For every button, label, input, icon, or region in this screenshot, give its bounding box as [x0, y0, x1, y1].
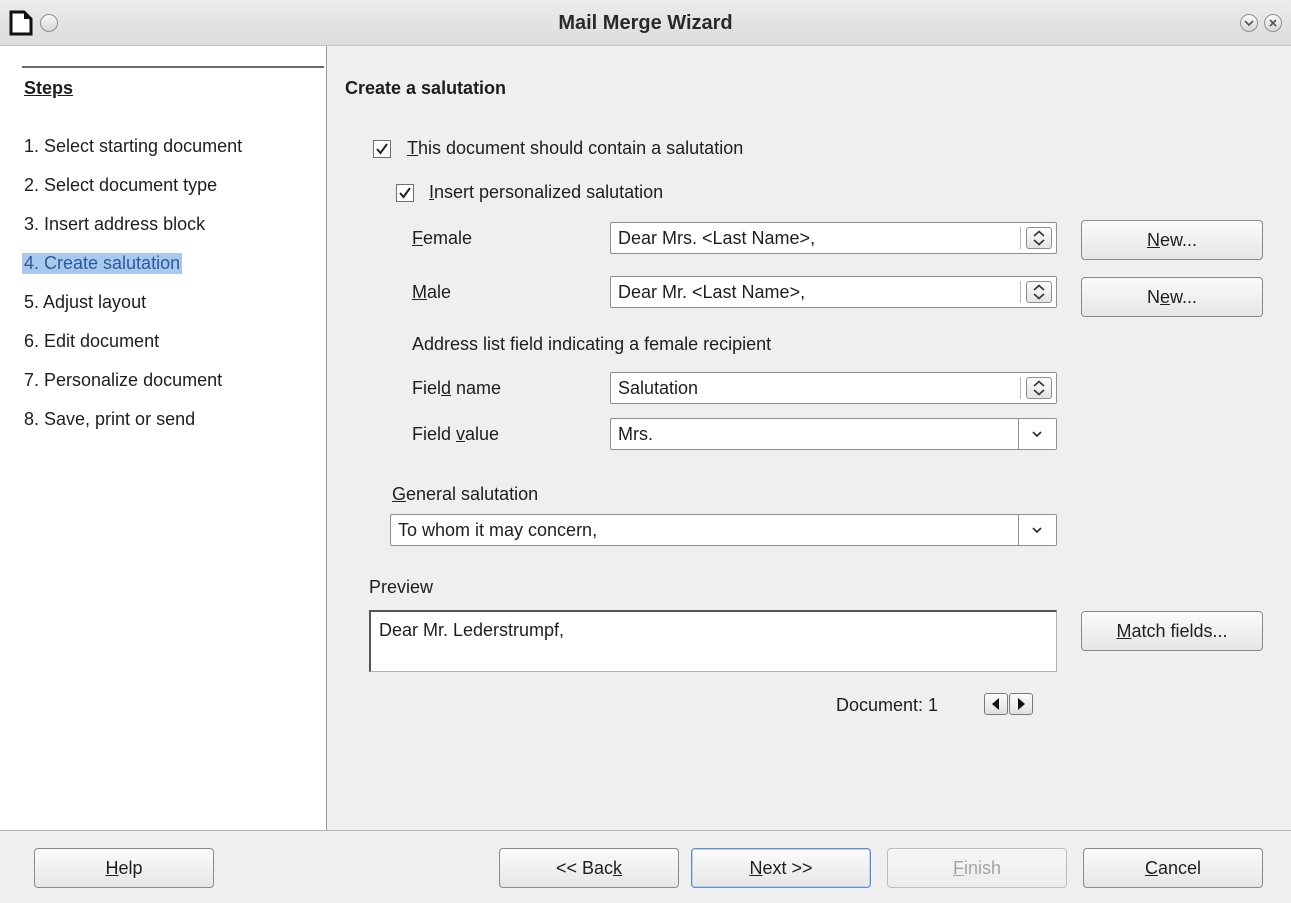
contain-salutation-label[interactable]: This document should contain a salutatio…	[407, 138, 743, 159]
personalized-salutation-label[interactable]: Insert personalized salutation	[429, 182, 663, 203]
help-button[interactable]: Help	[34, 848, 214, 888]
triangle-left-icon	[992, 698, 999, 710]
checkmark-icon	[376, 143, 388, 155]
combo-separator	[1020, 281, 1021, 303]
step-insert-address-block[interactable]: 3. Insert address block	[24, 214, 205, 235]
finish-button: Finish	[887, 848, 1067, 888]
chevron-down-icon[interactable]	[1018, 419, 1056, 449]
step-personalize-document[interactable]: 7. Personalize document	[24, 370, 222, 391]
female-label: Female	[412, 228, 473, 248]
female-salutation-select[interactable]: Dear Mrs. <Last Name>,	[610, 222, 1057, 254]
preview-box: Dear Mr. Lederstrumpf,	[369, 610, 1057, 672]
field-value-label: Field value	[412, 424, 500, 444]
male-salutation-select[interactable]: Dear Mr. <Last Name>,	[610, 276, 1057, 308]
spin-icon[interactable]	[1026, 227, 1052, 249]
step-adjust-layout[interactable]: 5. Adjust layout	[24, 292, 146, 313]
steps-panel: Steps 1. Select starting document 2. Sel…	[0, 46, 327, 830]
step-create-salutation[interactable]: 4. Create salutation	[22, 253, 183, 274]
female-new-button[interactable]: New...	[1081, 220, 1263, 260]
spin-icon[interactable]	[1026, 281, 1052, 303]
button-bar: Help << Back Next >> Finish Cancel	[0, 830, 1291, 903]
steps-heading: Steps	[24, 78, 74, 98]
field-name-select[interactable]: Salutation	[610, 372, 1057, 404]
preview-text: Dear Mr. Lederstrumpf,	[379, 620, 565, 640]
steps-divider	[22, 66, 324, 68]
mail-merge-wizard-window: Mail Merge Wizard Steps 1. Select starti…	[0, 0, 1291, 903]
step-save-print-send[interactable]: 8. Save, print or send	[24, 409, 195, 430]
male-label: Male	[412, 282, 452, 302]
match-fields-button[interactable]: Match fields...	[1081, 611, 1263, 651]
general-salutation-label: General salutation	[392, 484, 539, 504]
chevron-down-icon[interactable]	[1018, 515, 1056, 545]
back-button[interactable]: << Back	[499, 848, 679, 888]
previous-document-button[interactable]	[984, 693, 1008, 715]
close-icon[interactable]	[1264, 14, 1282, 32]
page-title: Create a salutation	[345, 78, 507, 98]
male-new-button[interactable]: New...	[1081, 277, 1263, 317]
combo-separator	[1020, 227, 1021, 249]
document-counter: Document: 1	[836, 695, 939, 715]
step-edit-document[interactable]: 6. Edit document	[24, 331, 159, 352]
triangle-right-icon	[1018, 698, 1025, 710]
next-document-button[interactable]	[1009, 693, 1033, 715]
preview-label: Preview	[369, 577, 434, 597]
cancel-button[interactable]: Cancel	[1083, 848, 1263, 888]
checkmark-icon	[399, 187, 411, 199]
title-bar: Mail Merge Wizard	[0, 0, 1291, 46]
contain-salutation-checkbox[interactable]	[373, 140, 391, 158]
field-name-label: Field name	[412, 378, 502, 398]
combo-separator	[1020, 377, 1021, 399]
next-button[interactable]: Next >>	[691, 848, 871, 888]
general-salutation-combobox[interactable]: To whom it may concern,	[390, 514, 1057, 546]
personalized-salutation-checkbox[interactable]	[396, 184, 414, 202]
field-value-combobox[interactable]: Mrs.	[610, 418, 1057, 450]
minimize-icon[interactable]	[1240, 14, 1258, 32]
address-field-heading: Address list field indicating a female r…	[412, 334, 772, 354]
spin-icon[interactable]	[1026, 377, 1052, 399]
window-title: Mail Merge Wizard	[558, 12, 733, 34]
step-select-document-type[interactable]: 2. Select document type	[24, 175, 217, 196]
step-select-starting-document[interactable]: 1. Select starting document	[24, 136, 242, 157]
